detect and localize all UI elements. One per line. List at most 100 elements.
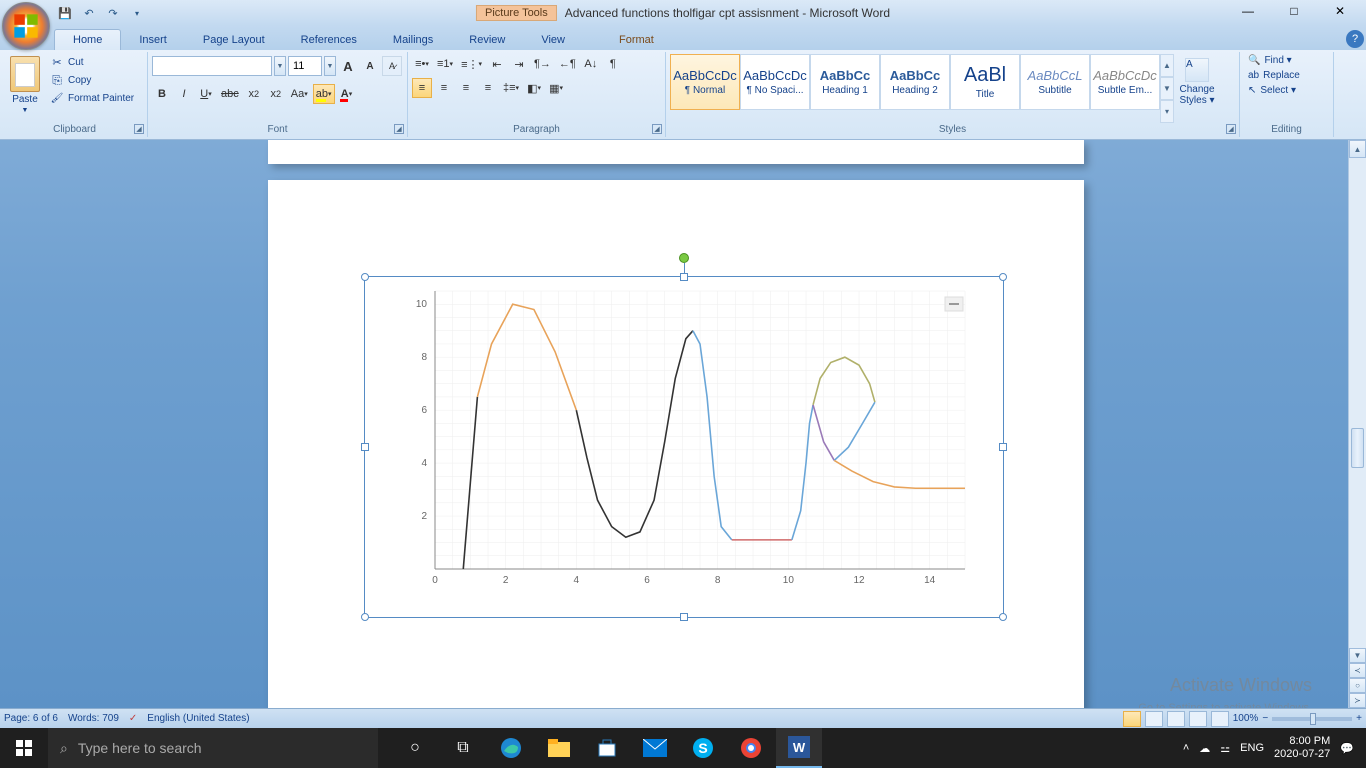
justify-button[interactable]: ≡ xyxy=(478,78,498,98)
paste-button[interactable]: Paste ▼ xyxy=(6,54,44,123)
browse-object-icon[interactable]: ○ xyxy=(1349,678,1366,693)
zoom-level[interactable]: 100% xyxy=(1233,713,1259,724)
undo-icon[interactable]: ↶ xyxy=(80,4,98,22)
resize-handle-br[interactable] xyxy=(999,613,1007,621)
highlight-button[interactable]: ab▾ xyxy=(313,84,335,104)
font-color-button[interactable]: A▾ xyxy=(337,84,357,104)
subscript-button[interactable]: x2 xyxy=(244,84,264,104)
grow-font-button[interactable]: A xyxy=(338,56,358,76)
align-right-button[interactable]: ≡ xyxy=(456,78,476,98)
font-name-combo[interactable] xyxy=(152,56,272,76)
font-size-dropdown-icon[interactable]: ▼ xyxy=(324,56,336,76)
styles-dialog-launcher[interactable]: ◢ xyxy=(1226,124,1236,134)
qat-customize-icon[interactable]: ▾ xyxy=(128,4,146,22)
rtl-button[interactable]: ←¶ xyxy=(556,54,579,74)
help-button[interactable]: ? xyxy=(1346,30,1364,48)
start-button[interactable] xyxy=(0,728,48,768)
scroll-down-icon[interactable]: ▼ xyxy=(1349,648,1366,663)
font-size-combo[interactable]: 11 xyxy=(288,56,322,76)
underline-button[interactable]: U▾ xyxy=(196,84,216,104)
shrink-font-button[interactable]: A xyxy=(360,56,380,76)
tab-review[interactable]: Review xyxy=(451,30,523,50)
tab-view[interactable]: View xyxy=(523,30,583,50)
cortana-icon[interactable]: ○ xyxy=(392,728,438,768)
clipboard-dialog-launcher[interactable]: ◢ xyxy=(134,124,144,134)
scroll-up-icon[interactable]: ▲ xyxy=(1349,140,1366,158)
numbering-button[interactable]: ≡1▾ xyxy=(434,54,456,74)
change-styles-button[interactable]: A Change Styles ▾ xyxy=(1176,54,1218,123)
rotation-handle[interactable] xyxy=(679,253,689,263)
select-button[interactable]: ↖Select ▾ xyxy=(1244,84,1304,97)
redo-icon[interactable]: ↷ xyxy=(104,4,122,22)
bullets-button[interactable]: ≡•▾ xyxy=(412,54,432,74)
tray-language[interactable]: ENG xyxy=(1240,742,1264,754)
find-button[interactable]: 🔍Find ▾ xyxy=(1244,54,1304,67)
tray-onedrive-icon[interactable]: ☁ xyxy=(1199,742,1210,755)
change-case-button[interactable]: Aa▾ xyxy=(288,84,311,104)
resize-handle-bm[interactable] xyxy=(680,613,688,621)
strikethrough-button[interactable]: abc xyxy=(218,84,242,104)
zoom-out-icon[interactable]: − xyxy=(1262,713,1268,724)
tray-chevron-icon[interactable]: ˄ xyxy=(1183,742,1189,754)
cut-button[interactable]: Cut xyxy=(46,54,138,70)
styles-scroll-up-icon[interactable]: ▲ xyxy=(1160,54,1174,77)
resize-handle-ml[interactable] xyxy=(361,443,369,451)
status-language[interactable]: English (United States) xyxy=(147,713,249,724)
view-print-layout-icon[interactable] xyxy=(1123,711,1141,727)
font-name-dropdown-icon[interactable]: ▼ xyxy=(274,56,286,76)
skype-icon[interactable]: S xyxy=(680,728,726,768)
align-center-button[interactable]: ≡ xyxy=(434,78,454,98)
taskbar-search[interactable]: ⌕ Type here to search xyxy=(48,728,378,768)
tab-format[interactable]: Format xyxy=(601,30,672,50)
shading-button[interactable]: ◧▾ xyxy=(524,78,544,98)
close-button[interactable]: ✕ xyxy=(1318,0,1362,22)
increase-indent-button[interactable]: ⇥ xyxy=(509,54,529,74)
proofing-icon[interactable]: ✓ xyxy=(129,713,137,724)
vertical-scrollbar[interactable]: ▲ ▼ ≺ ○ ≻ xyxy=(1348,140,1366,708)
resize-handle-tm[interactable] xyxy=(680,273,688,281)
scroll-thumb[interactable] xyxy=(1351,428,1364,468)
paragraph-dialog-launcher[interactable]: ◢ xyxy=(652,124,662,134)
style-normal[interactable]: AaBbCcDc¶ Normal xyxy=(670,54,740,110)
style-no-spacing[interactable]: AaBbCcDc¶ No Spaci... xyxy=(740,54,810,110)
replace-button[interactable]: abReplace xyxy=(1244,69,1304,82)
style-heading1[interactable]: AaBbCcHeading 1 xyxy=(810,54,880,110)
styles-gallery[interactable]: AaBbCcDc¶ Normal AaBbCcDc¶ No Spaci... A… xyxy=(670,54,1174,123)
style-subtle-emphasis[interactable]: AaBbCcDcSubtle Em... xyxy=(1090,54,1160,110)
zoom-slider-thumb[interactable] xyxy=(1310,713,1316,725)
edge-icon[interactable] xyxy=(488,728,534,768)
tab-home[interactable]: Home xyxy=(54,29,121,50)
tab-page-layout[interactable]: Page Layout xyxy=(185,30,283,50)
decrease-indent-button[interactable]: ⇤ xyxy=(487,54,507,74)
save-icon[interactable]: 💾 xyxy=(56,4,74,22)
style-heading2[interactable]: AaBbCcHeading 2 xyxy=(880,54,950,110)
zoom-in-icon[interactable]: + xyxy=(1356,713,1362,724)
microsoft-store-icon[interactable] xyxy=(584,728,630,768)
next-page-icon[interactable]: ≻ xyxy=(1349,693,1366,708)
multilevel-list-button[interactable]: ≡⋮▾ xyxy=(458,54,485,74)
borders-button[interactable]: ▦▾ xyxy=(546,78,566,98)
view-draft-icon[interactable] xyxy=(1211,711,1229,727)
view-outline-icon[interactable] xyxy=(1189,711,1207,727)
word-icon[interactable]: W xyxy=(776,728,822,768)
superscript-button[interactable]: x2 xyxy=(266,84,286,104)
resize-handle-bl[interactable] xyxy=(361,613,369,621)
sort-button[interactable]: A↓ xyxy=(581,54,601,74)
status-words[interactable]: Words: 709 xyxy=(68,713,119,724)
show-marks-button[interactable]: ¶ xyxy=(603,54,623,74)
maximize-button[interactable]: □ xyxy=(1272,0,1316,22)
tray-wifi-icon[interactable]: ⚍ xyxy=(1220,742,1230,755)
tab-insert[interactable]: Insert xyxy=(121,30,185,50)
chrome-icon[interactable] xyxy=(728,728,774,768)
format-painter-button[interactable]: Format Painter xyxy=(46,90,138,106)
resize-handle-tl[interactable] xyxy=(361,273,369,281)
resize-handle-mr[interactable] xyxy=(999,443,1007,451)
file-explorer-icon[interactable] xyxy=(536,728,582,768)
italic-button[interactable]: I xyxy=(174,84,194,104)
align-left-button[interactable]: ≡ xyxy=(412,78,432,98)
line-spacing-button[interactable]: ‡≡▾ xyxy=(500,78,522,98)
mail-icon[interactable] xyxy=(632,728,678,768)
resize-handle-tr[interactable] xyxy=(999,273,1007,281)
task-view-icon[interactable]: ⧉ xyxy=(440,728,486,768)
selected-picture-frame[interactable]: 02468101214246810 xyxy=(364,276,1004,618)
